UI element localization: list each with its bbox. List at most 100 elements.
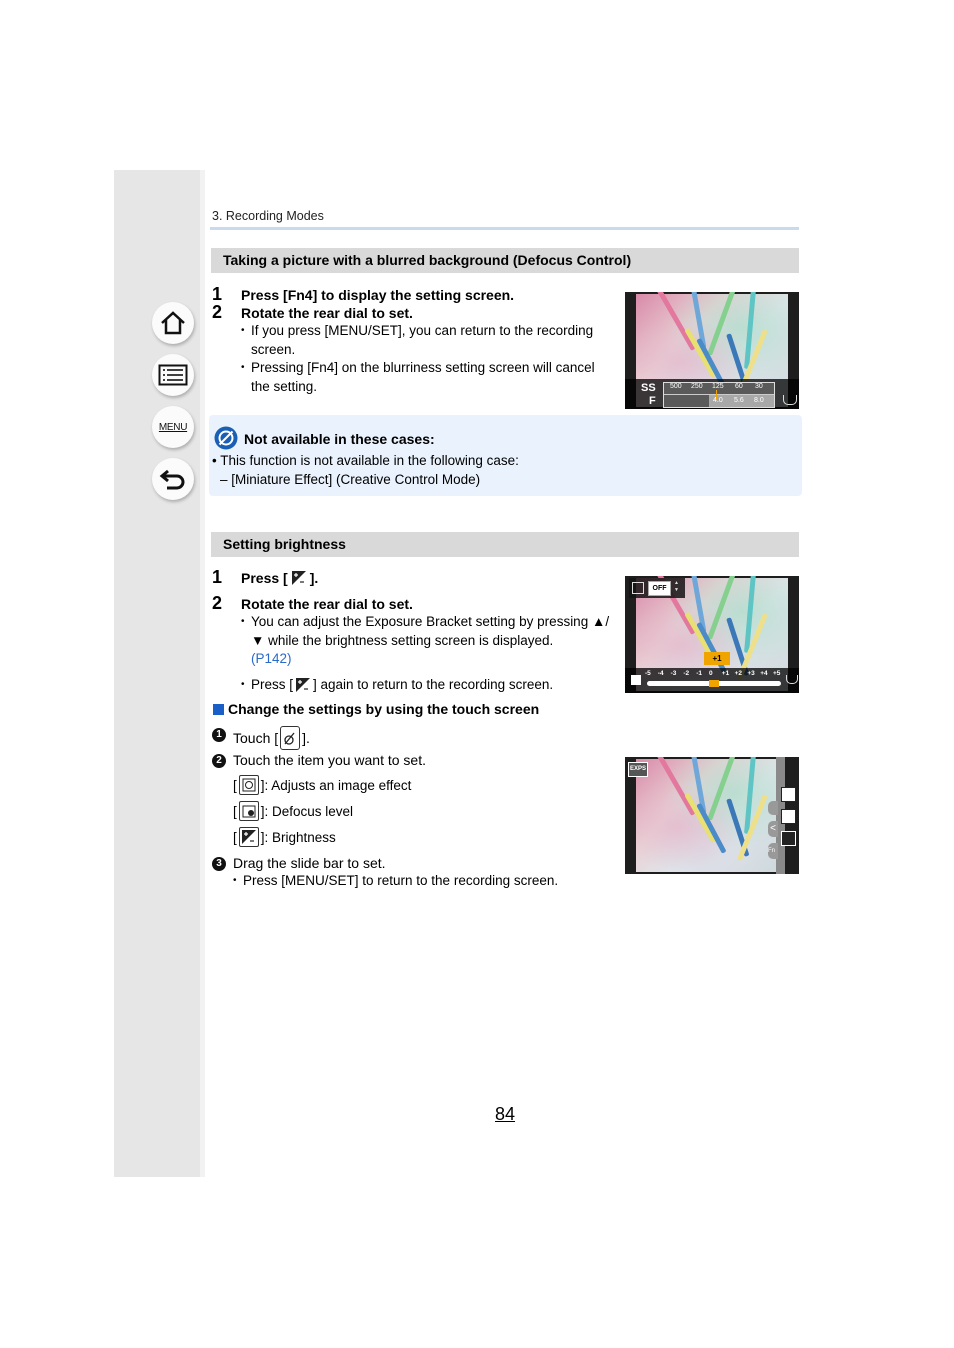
- image-effect-button[interactable]: [781, 787, 796, 802]
- exposure-compensation-icon: [291, 571, 306, 585]
- up-down-arrows: ▲ ▼: [674, 580, 679, 593]
- bullet-item: If you press [MENU/SET], you can return …: [241, 322, 611, 359]
- square-bullet-icon: [213, 703, 224, 715]
- step-number: 2: [212, 302, 223, 322]
- list-icon: [158, 364, 188, 386]
- step-text: Rotate the rear dial to set.: [241, 596, 413, 612]
- ss-tick-label: 60: [735, 383, 743, 390]
- not-available-icon: [214, 426, 238, 450]
- touch-tab-icon: [280, 726, 301, 750]
- touch-step-text: Touch the item you want to set.: [233, 752, 426, 768]
- touch-heading-text: Change the settings by using the touch s…: [228, 701, 540, 717]
- menu-button[interactable]: MENU: [152, 406, 194, 448]
- home-icon: [161, 311, 185, 335]
- ev-tick-label: +4: [760, 670, 768, 677]
- step-text: Rotate the rear dial to set.: [241, 305, 413, 321]
- step-text: Press [ ].: [241, 570, 318, 586]
- step-text-suffix: ].: [309, 570, 319, 586]
- header-divider: [210, 227, 799, 230]
- slider-thumb[interactable]: [709, 680, 719, 687]
- brightness-button[interactable]: [781, 831, 796, 846]
- bullet-item: Press [ ] again to return to the recordi…: [241, 676, 621, 695]
- rear-dial-icon: [786, 675, 798, 684]
- camera-screen-defocus: SS F 500 250 125 60 30 4.0 5.6 8.0: [625, 292, 799, 409]
- bullet-text: Press [: [251, 677, 294, 692]
- touch-step-suffix: ].: [302, 730, 310, 746]
- home-button[interactable]: [152, 302, 194, 344]
- ev-tick-label: +3: [747, 670, 755, 677]
- section-heading-brightness: Setting brightness: [211, 532, 799, 557]
- item-label: ]: Defocus level: [260, 803, 354, 819]
- ev-tick-label: -2: [683, 670, 690, 677]
- step-number: 1: [212, 284, 223, 304]
- f-tick-label: 5.6: [734, 397, 744, 404]
- breadcrumb: 3. Recording Modes: [212, 209, 324, 223]
- f-label: F: [649, 395, 656, 407]
- step-number: 2: [212, 593, 223, 613]
- step-text: Press [Fn4] to display the setting scree…: [241, 287, 515, 303]
- bracket-value[interactable]: OFF: [648, 581, 671, 596]
- item-label: ]: Brightness: [260, 829, 336, 845]
- item-defocus: [ ]: Defocus level: [233, 801, 353, 821]
- ev-tick-label: +2: [734, 670, 743, 677]
- back-button[interactable]: [152, 458, 194, 500]
- contents-button[interactable]: [152, 354, 194, 396]
- bullet-item: Pressing [Fn4] on the blurriness setting…: [241, 359, 611, 396]
- ev-tick-label: +1: [721, 670, 730, 677]
- ss-label: SS: [641, 382, 656, 394]
- step-number: 1: [212, 567, 223, 587]
- collapse-tab[interactable]: <: [768, 821, 778, 837]
- exposure-compensation-icon: [296, 678, 311, 693]
- current-value-badge: +1: [704, 652, 730, 665]
- touch-step-text: Drag the slide bar to set.: [233, 855, 386, 871]
- touch-step-prefix: Touch [: [233, 730, 279, 746]
- ev-tick-label: +5: [773, 670, 781, 677]
- touch-step-text: Touch [ ].: [233, 726, 310, 750]
- ev-scale-labels: -5 -4 -3 -2 -1 0 +1 +2 +3 +4 +5: [645, 670, 785, 680]
- note-text: • This function is not available in the …: [212, 453, 519, 468]
- ev-tick-label: -4: [657, 670, 664, 677]
- brightness-icon: [238, 827, 259, 847]
- bullet-text: ] again to return to the recording scree…: [313, 677, 554, 692]
- back-arrow-icon: [159, 469, 185, 490]
- step-text-prefix: Press [: [241, 570, 288, 586]
- ss-tick-label: 125: [712, 383, 724, 390]
- bracket-icon: [632, 582, 644, 594]
- page-number: 84: [495, 1104, 516, 1124]
- f-tick-label: 8.0: [754, 397, 764, 404]
- ss-tick-label: 30: [755, 383, 763, 390]
- item-brightness: [ ]: Brightness: [233, 827, 336, 847]
- item-image-effect: [ ]: Adjusts an image effect: [233, 775, 411, 795]
- bullet-text: You can adjust the Exposure Bracket sett…: [251, 614, 610, 648]
- step-circle-number: 1: [212, 728, 226, 742]
- camera-screen-touch: EXPS < Fn: [625, 757, 799, 874]
- defocus-button[interactable]: [781, 809, 796, 824]
- touch-screen-heading: Change the settings by using the touch s…: [213, 701, 539, 717]
- defocus-icon: [238, 801, 259, 821]
- note-text: – [Miniature Effect] (Creative Control M…: [220, 472, 481, 487]
- fn-tab[interactable]: Fn: [768, 843, 778, 859]
- image-effect-icon: [238, 775, 259, 795]
- sidebar-edge: [200, 170, 205, 1177]
- exposure-compensation-icon: [631, 675, 641, 685]
- item-label: ]: Adjusts an image effect: [260, 777, 412, 793]
- mode-badge: EXPS: [628, 762, 648, 777]
- pencils-photo: [636, 757, 776, 872]
- page-link-p142[interactable]: (P142): [251, 651, 292, 666]
- section-heading-defocus: Taking a picture with a blurred backgrou…: [211, 248, 799, 273]
- bullet-item: You can adjust the Exposure Bracket sett…: [241, 613, 611, 669]
- bullet-item: Press [MENU/SET] to return to the record…: [233, 872, 613, 891]
- ss-f-scale[interactable]: 500 250 125 60 30 4.0 5.6 8.0: [663, 382, 775, 408]
- note-title: Not available in these cases:: [244, 431, 435, 447]
- ev-tick-label: -3: [670, 670, 677, 677]
- camera-screen-brightness: OFF ▲ ▼ +1 -5 -4 -3 -2 -1 0 +1 +2 +3 +4 +5: [625, 576, 799, 693]
- step-circle-number: 3: [212, 857, 226, 871]
- ss-tick-label: 500: [670, 383, 682, 390]
- menu-label: MENU: [158, 421, 188, 433]
- ev-tick-label: -1: [696, 670, 702, 677]
- step-circle-number: 2: [212, 754, 226, 768]
- f-tick-label: 4.0: [713, 397, 723, 404]
- ev-tick-label: 0: [709, 670, 713, 677]
- ss-tick-label: 250: [691, 383, 703, 390]
- touch-tab[interactable]: [768, 801, 778, 815]
